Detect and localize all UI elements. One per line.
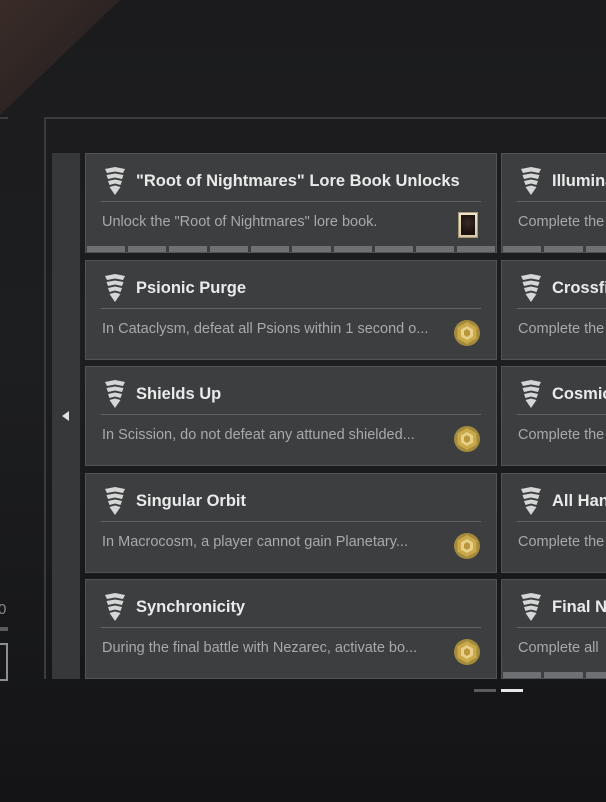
- triumph-title: Crossfi: [552, 279, 606, 297]
- triumph-title: "Root of Nightmares" Lore Book Unlocks: [136, 172, 460, 190]
- progress-segment: [87, 246, 126, 252]
- triumph-divider: [517, 201, 606, 202]
- triumph-description: Unlock the "Root of Nightmares" lore boo…: [102, 214, 378, 230]
- chevron-left-icon: [61, 411, 69, 421]
- triumph-card[interactable]: Final Ni Complete all: [501, 579, 606, 679]
- triumph-card[interactable]: Singular Orbit In Macrocosm, a player can…: [85, 473, 497, 573]
- progress-segment: [415, 246, 454, 252]
- triumph-divider: [101, 308, 481, 309]
- triumph-card[interactable]: All Han Complete the: [501, 473, 606, 573]
- triumph-emblem-icon: [520, 380, 542, 408]
- triumph-description: Complete all: [518, 640, 599, 656]
- triumph-title: Psionic Purge: [136, 279, 247, 297]
- triumph-emblem-icon: [104, 487, 126, 515]
- progress-segment: [169, 246, 208, 252]
- triumph-emblem-icon: [104, 167, 126, 195]
- bright-dust-icon: [453, 532, 481, 560]
- left-panel-button[interactable]: [0, 643, 8, 681]
- triumph-title: Shields Up: [136, 385, 222, 403]
- triumph-progress-bar: [502, 246, 606, 252]
- triumph-title: Cosmic: [552, 385, 606, 403]
- progress-segment: [456, 246, 495, 252]
- triumph-divider: [517, 521, 606, 522]
- triumph-title: Synchronicity: [136, 598, 246, 616]
- triumph-emblem-icon: [104, 593, 126, 621]
- triumph-title: Singular Orbit: [136, 492, 247, 510]
- progress-segment: [251, 246, 290, 252]
- triumph-divider: [517, 627, 606, 628]
- left-panel-progress-bar: [0, 627, 8, 631]
- triumph-description: In Cataclysm, defeat all Psions within 1…: [102, 321, 429, 337]
- bright-dust-icon: [453, 638, 481, 666]
- page-indicator-1[interactable]: [474, 689, 496, 692]
- triumph-emblem-icon: [520, 167, 542, 195]
- triumph-card[interactable]: Synchronicity During the final battle wit…: [85, 579, 497, 679]
- page-indicator-2[interactable]: [501, 689, 523, 692]
- triumph-card[interactable]: Shields Up In Scission, do not defeat any…: [85, 366, 497, 466]
- progress-segment: [585, 246, 606, 252]
- progress-segment: [503, 246, 542, 252]
- previous-page-button[interactable]: [52, 153, 80, 679]
- triumph-emblem-icon: [520, 274, 542, 302]
- bright-dust-icon: [453, 319, 481, 347]
- left-panel-value: 0: [0, 601, 7, 618]
- progress-segment: [292, 246, 331, 252]
- progress-segment: [374, 246, 413, 252]
- triumph-divider: [517, 308, 606, 309]
- triumph-title: Final Ni: [552, 598, 606, 616]
- triumph-emblem-icon: [520, 593, 542, 621]
- bright-dust-icon: [453, 425, 481, 453]
- progress-segment: [210, 246, 249, 252]
- triumph-divider: [101, 201, 481, 202]
- triumph-card[interactable]: Crossfi Complete the: [501, 260, 606, 360]
- triumph-divider: [101, 521, 481, 522]
- triumph-progress-bar: [86, 246, 496, 252]
- triumph-card[interactable]: Psionic Purge In Cataclysm, defeat all Ps…: [85, 260, 497, 360]
- triumph-card[interactable]: Cosmic Complete the: [501, 366, 606, 466]
- progress-segment: [503, 672, 542, 678]
- triumph-description: Complete the: [518, 214, 605, 230]
- progress-segment: [333, 246, 372, 252]
- triumph-description: In Macrocosm, a player cannot gain Plane…: [102, 534, 408, 550]
- section-top-divider: [46, 117, 606, 119]
- progress-segment: [544, 246, 583, 252]
- lore-book-icon: [458, 212, 478, 238]
- progress-segment: [585, 672, 606, 678]
- triumph-divider: [101, 627, 481, 628]
- triumph-title: Illumina: [552, 172, 606, 190]
- triumph-divider: [517, 414, 606, 415]
- triumph-description: Complete the: [518, 427, 605, 443]
- triumph-card[interactable]: "Root of Nightmares" Lore Book Unlocks Un…: [85, 153, 497, 253]
- section-left-divider: [44, 117, 46, 679]
- progress-segment: [544, 672, 583, 678]
- triumph-divider: [101, 414, 481, 415]
- triumph-emblem-icon: [520, 487, 542, 515]
- triumph-description: During the final battle with Nezarec, ac…: [102, 640, 418, 656]
- triumph-emblem-icon: [104, 274, 126, 302]
- triumph-emblem-icon: [104, 380, 126, 408]
- triumph-title: All Han: [552, 492, 606, 510]
- triumph-description: In Scission, do not defeat any attuned s…: [102, 427, 415, 443]
- triumph-description: Complete the: [518, 534, 605, 550]
- triumph-progress-bar: [502, 672, 606, 678]
- triumph-card[interactable]: Illumina Complete the: [501, 153, 606, 253]
- background-decor: [0, 0, 120, 115]
- triumph-description: Complete the: [518, 321, 605, 337]
- progress-segment: [128, 246, 167, 252]
- left-panel-divider: [0, 117, 8, 119]
